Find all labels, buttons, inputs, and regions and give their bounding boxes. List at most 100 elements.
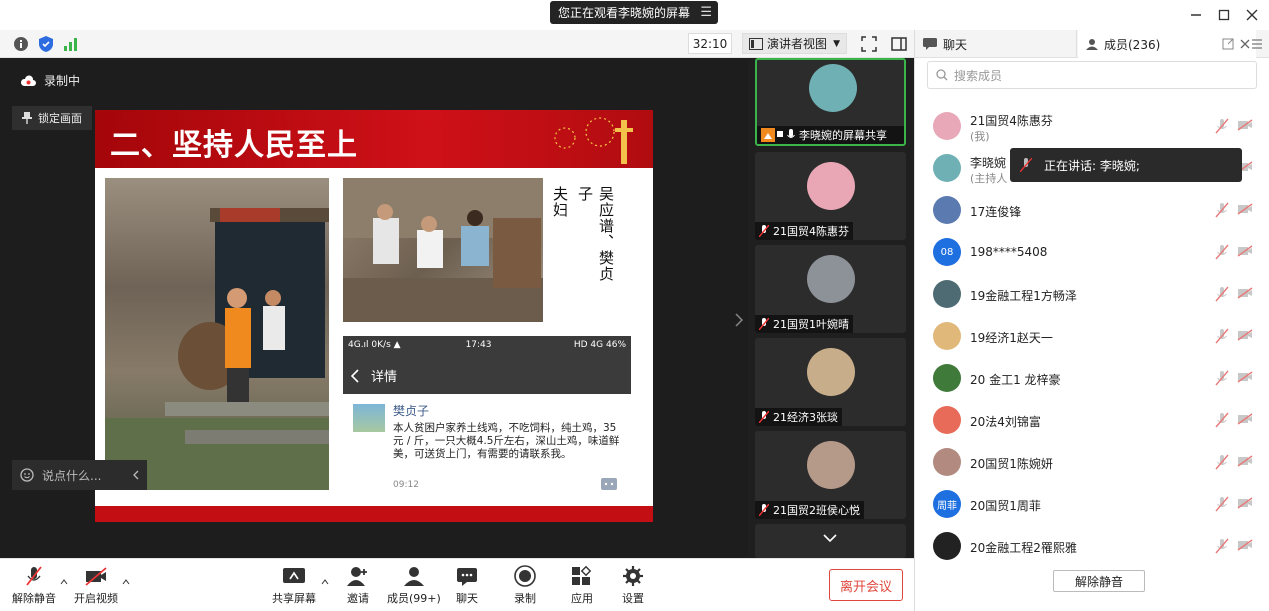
thumbnail-0[interactable]: 李晓婉的屏幕共享 — [755, 58, 906, 146]
unmute-all-button[interactable]: 解除静音 — [1053, 570, 1145, 592]
close-button[interactable] — [1242, 5, 1262, 25]
mic-muted-icon[interactable] — [1215, 370, 1229, 386]
screen-share-icon — [761, 128, 783, 142]
fullscreen-icon[interactable] — [860, 35, 878, 53]
mic-muted-icon — [759, 504, 769, 516]
video-options-chevron-icon[interactable] — [122, 579, 130, 585]
share-screen-button[interactable]: 共享屏幕 — [272, 565, 316, 606]
avatar — [933, 532, 961, 560]
fireworks-decoration — [525, 114, 650, 166]
speaker-view-icon — [749, 37, 763, 50]
expand-panel-arrow-icon[interactable] — [735, 313, 743, 327]
video-off-icon[interactable] — [1237, 245, 1253, 257]
member-row[interactable]: 20金融工程2罹熙雅 — [915, 526, 1269, 568]
panel-menu-icon[interactable] — [1251, 38, 1263, 50]
tab-members[interactable]: 成员(236) — [1078, 30, 1256, 58]
members-button[interactable]: 成员(99+) — [387, 565, 441, 606]
minimize-button[interactable] — [1186, 5, 1206, 25]
member-name: 李晓婉 — [970, 156, 1007, 170]
video-off-icon[interactable] — [1237, 119, 1253, 131]
unmute-button[interactable]: 解除静音 — [12, 565, 56, 606]
video-off-icon[interactable] — [1237, 287, 1253, 299]
video-off-icon[interactable] — [1237, 329, 1253, 341]
stage-chat-input[interactable]: 说点什么... — [12, 460, 147, 490]
video-off-icon[interactable] — [1237, 539, 1253, 551]
member-search-input[interactable]: 搜索成员 — [927, 61, 1257, 89]
mic-muted-icon[interactable] — [1215, 202, 1229, 218]
record-button[interactable]: 录制 — [513, 565, 537, 606]
popout-icon[interactable] — [1222, 38, 1234, 50]
member-row[interactable]: 08 198****5408 — [915, 232, 1269, 274]
recording-label: 录制中 — [44, 74, 81, 88]
thumbnail-4[interactable]: 21国贸2班侯心悦 — [755, 431, 906, 519]
close-panel-icon[interactable] — [1240, 39, 1250, 49]
collapse-chevron-icon[interactable] — [133, 470, 139, 480]
member-row[interactable]: 21国贸4陈惠芬 (我) — [915, 106, 1269, 148]
member-row[interactable]: 17连俊锋 — [915, 190, 1269, 232]
video-off-icon[interactable] — [1237, 413, 1253, 425]
maximize-button[interactable] — [1214, 5, 1234, 25]
video-off-icon[interactable] — [1237, 203, 1253, 215]
mic-muted-icon[interactable] — [1215, 412, 1229, 428]
scroll-down-chevron-icon[interactable] — [823, 534, 837, 542]
signal-icon[interactable] — [62, 35, 80, 53]
thumbnail-avatar — [807, 255, 855, 303]
start-video-button[interactable]: 开启视频 — [74, 565, 118, 606]
thumbnail-name: 21国贸1叶婉晴 — [773, 318, 849, 331]
members-icon — [403, 567, 424, 586]
thumbnail-2[interactable]: 21国贸1叶婉晴 — [755, 245, 906, 333]
thumbnail-5[interactable] — [755, 524, 906, 558]
member-row[interactable]: 20 金工1 龙梓豪 — [915, 358, 1269, 400]
mic-muted-icon[interactable] — [1215, 286, 1229, 302]
bottom-control-bar: 解除静音 开启视频 共享屏幕 邀请 成员(99+) 聊天 录制 应用 设置 离开… — [0, 558, 914, 611]
member-row[interactable]: 20国贸1陈婉妍 — [915, 442, 1269, 484]
tab-chat[interactable]: 聊天 — [915, 30, 1077, 58]
video-off-icon[interactable] — [1237, 497, 1253, 509]
thumbnail-avatar — [807, 162, 855, 210]
chat-label: 聊天 — [456, 592, 478, 605]
mic-muted-icon[interactable] — [1215, 118, 1229, 134]
audio-options-chevron-icon[interactable] — [60, 579, 68, 585]
security-shield-icon[interactable] — [37, 35, 55, 53]
photo-family-visit — [343, 178, 543, 322]
shared-screen-stage: 录制中 锁定画面 二、坚持人民至上 吴应谱、樊贞子 夫妇 4G.ıl 0K/s … — [0, 58, 748, 558]
video-off-icon[interactable] — [1237, 455, 1253, 467]
member-row[interactable]: 19经济1赵天一 — [915, 316, 1269, 358]
layout-toggle-icon[interactable] — [890, 35, 908, 53]
settings-button[interactable]: 设置 — [621, 565, 645, 606]
chat-button[interactable]: 聊天 — [455, 565, 479, 606]
post-author: 樊贞子 — [393, 404, 430, 418]
emoji-icon[interactable] — [20, 468, 34, 482]
member-name: 20法4刘锦富 — [970, 415, 1041, 429]
mic-muted-icon[interactable] — [1215, 244, 1229, 260]
member-name: 19金融工程1方畅泽 — [970, 289, 1077, 303]
mic-muted-icon[interactable] — [1215, 538, 1229, 554]
video-off-icon[interactable] — [1237, 371, 1253, 383]
phone-status-bar: 4G.ıl 0K/s ▲ 17:43 HD 4G 46% — [343, 336, 631, 354]
invite-label: 邀请 — [347, 592, 369, 605]
member-row[interactable]: 20法4刘锦富 — [915, 400, 1269, 442]
mic-muted-icon[interactable] — [1215, 454, 1229, 470]
pin-icon — [22, 111, 32, 125]
view-selector[interactable]: 演讲者视图 ▼ — [742, 33, 847, 54]
share-options-chevron-icon[interactable] — [321, 579, 329, 585]
back-arrow-icon — [351, 368, 359, 383]
avatar: 08 — [933, 238, 961, 266]
invite-button[interactable]: 邀请 — [346, 565, 370, 606]
thumbnail-1[interactable]: 21国贸4陈惠芬 — [755, 152, 906, 240]
thumbnail-3[interactable]: 21经济3张琰 — [755, 338, 906, 426]
apps-button[interactable]: 应用 — [570, 565, 594, 606]
info-icon[interactable] — [12, 35, 30, 53]
menu-icon[interactable]: ☰ — [700, 5, 712, 20]
share-banner[interactable]: 您正在观看李晓婉的屏幕 ☰ — [550, 1, 718, 24]
leave-meeting-button[interactable]: 离开会议 — [829, 569, 903, 601]
mic-muted-icon[interactable] — [1215, 328, 1229, 344]
member-name: 20国贸1周菲 — [970, 499, 1041, 513]
meeting-toolbar: 32:10 演讲者视图 ▼ — [0, 30, 914, 58]
mic-muted-icon[interactable] — [1215, 496, 1229, 512]
cloud-record-icon — [20, 74, 36, 87]
member-row[interactable]: 19金融工程1方畅泽 — [915, 274, 1269, 316]
member-row[interactable]: 周菲 20国贸1周菲 — [915, 484, 1269, 526]
lock-view-button[interactable]: 锁定画面 — [12, 106, 92, 130]
vertical-caption: 吴应谱、樊贞子 夫妇 — [551, 186, 617, 296]
